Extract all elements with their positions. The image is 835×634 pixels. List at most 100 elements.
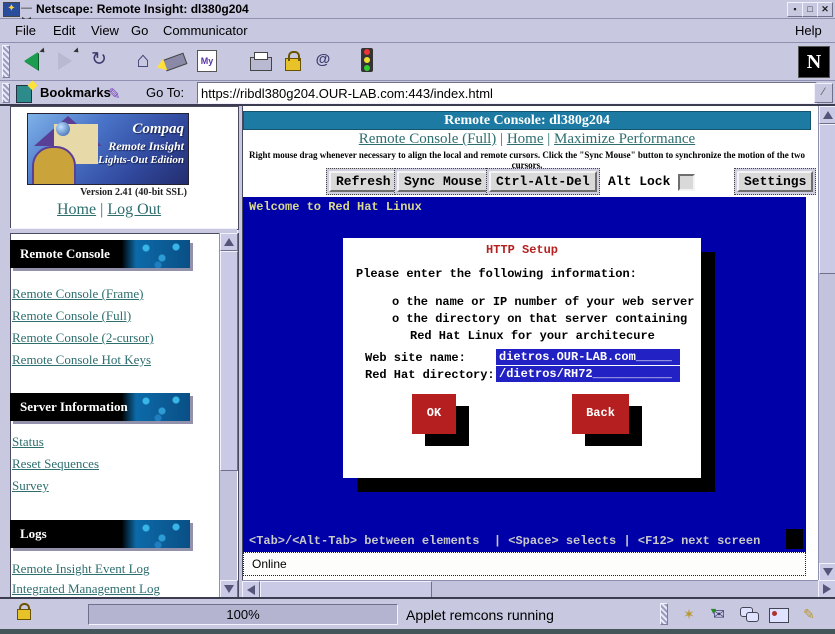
menu-go[interactable]: Go [128, 22, 151, 39]
refresh-button-wrap: Refresh [326, 168, 401, 195]
brand-line2: Remote Insight [98, 139, 184, 154]
session-links: Home | Log Out [57, 201, 161, 219]
sidebar-item-remote-console-hotkeys[interactable]: Remote Console Hot Keys [12, 352, 151, 368]
ctrl-alt-del-button-wrap: Ctrl-Alt-Del [486, 168, 600, 195]
sidebar-item-survey[interactable]: Survey [12, 478, 49, 494]
discussions-icon[interactable] [738, 605, 760, 623]
sidebar-item-remote-console-2cursor[interactable]: Remote Console (2-cursor) [12, 330, 154, 346]
sidebar-item-integrated-mgmt-log[interactable]: Integrated Management Log [12, 581, 160, 597]
window-menu-icon[interactable]: ✦ [3, 2, 20, 17]
logout-link[interactable]: Log Out [107, 201, 161, 218]
back-button[interactable]: Back [572, 394, 629, 434]
reload-icon[interactable]: ↻ [84, 46, 114, 76]
component-bar-grip[interactable] [660, 603, 668, 625]
website-name-field[interactable]: dietros.OUR-LAB.com_____ [496, 349, 680, 365]
home-icon[interactable]: ⌂ [128, 46, 158, 76]
menu-view[interactable]: View [88, 22, 122, 39]
section-title: Logs [20, 526, 47, 541]
settings-button[interactable]: Settings [737, 171, 813, 192]
link-remote-console-full[interactable]: Remote Console (Full) [359, 131, 497, 147]
url-input[interactable] [197, 82, 817, 104]
sidebar-item-remote-console-full[interactable]: Remote Console (Full) [12, 308, 131, 324]
status-bar: 100% Applet remcons running ✶ ✉▼ ✎ [0, 597, 835, 631]
redhat-directory-field[interactable]: /dietros/RH72___________ [496, 366, 680, 382]
menu-file[interactable]: File [12, 22, 39, 39]
status-message: Applet remcons running [406, 607, 554, 623]
location-grip[interactable] [2, 83, 10, 103]
nav-separator: | [547, 131, 550, 147]
search-icon[interactable] [160, 46, 190, 76]
main-vertical-scrollbar[interactable] [818, 106, 835, 580]
menu-edit[interactable]: Edit [50, 22, 78, 39]
scrollbar-thumb[interactable] [220, 251, 238, 471]
dialog-intro: Please enter the following information: [356, 267, 637, 281]
scroll-down-icon[interactable] [220, 580, 238, 598]
brand-line1: Compaq [98, 120, 184, 139]
section-banner-remote-console: Remote Console [10, 240, 190, 268]
settings-button-wrap: Settings [734, 168, 816, 195]
url-dropdown-icon[interactable]: ⁄ [814, 83, 833, 103]
forward-icon[interactable] [50, 46, 80, 76]
section-title: Server Information [20, 399, 128, 414]
remote-console-screen[interactable]: Welcome to Red Hat Linux HTTP Setup Plea… [243, 197, 806, 552]
shop-icon[interactable]: @ [308, 46, 338, 76]
inbox-icon[interactable]: ✉▼ [708, 605, 730, 623]
ok-button[interactable]: OK [412, 394, 456, 434]
close-button[interactable]: ✕ [817, 2, 833, 17]
security-icon[interactable] [278, 46, 308, 76]
netscape-logo-icon[interactable]: N [798, 46, 830, 78]
alt-lock-checkbox[interactable] [678, 174, 695, 191]
menu-communicator[interactable]: Communicator [160, 22, 251, 39]
scroll-up-icon[interactable] [220, 233, 238, 251]
refresh-button[interactable]: Refresh [329, 171, 398, 192]
menu-help[interactable]: Help [792, 22, 825, 39]
section-banner-server-information: Server Information [10, 393, 190, 421]
my-netscape-icon[interactable]: My [192, 46, 222, 76]
section-banner-logs: Logs [10, 520, 190, 548]
netscape-window: ✦ —⋈ Netscape: Remote Insight: dl380g204… [0, 0, 835, 634]
compaq-logo: Compaq Remote Insight Lights-Out Edition [27, 113, 189, 185]
sidebar-item-rib-event-log[interactable]: Remote Insight Event Log [12, 561, 150, 577]
maximize-button[interactable]: □ [802, 2, 818, 17]
bookmarks-label[interactable]: Bookmarks [40, 85, 111, 100]
scroll-up-icon[interactable] [819, 106, 835, 124]
title-bar: ✦ —⋈ Netscape: Remote Insight: dl380g204… [0, 0, 835, 19]
print-icon[interactable] [246, 46, 276, 76]
stop-icon[interactable] [352, 46, 382, 76]
sidebar-item-remote-console-frame[interactable]: Remote Console (Frame) [12, 286, 143, 302]
sync-mouse-button[interactable]: Sync Mouse [397, 171, 489, 192]
security-lock-icon[interactable] [14, 601, 34, 625]
dialog-bullet-1: o the name or IP number of your web serv… [392, 295, 694, 309]
scrollbar-thumb[interactable] [260, 581, 432, 598]
console-cursor [786, 529, 803, 549]
ctrl-alt-del-button[interactable]: Ctrl-Alt-Del [489, 171, 597, 192]
window-title: Netscape: Remote Insight: dl380g204 [36, 2, 249, 16]
logo-arch-shape [32, 146, 76, 185]
home-link[interactable]: Home [57, 201, 96, 218]
scrollbar-thumb[interactable] [819, 124, 835, 274]
window-bottom-edge [0, 629, 835, 634]
page-proxy-icon[interactable]: ✎ [108, 85, 121, 104]
link-maximize-performance[interactable]: Maximize Performance [554, 131, 695, 147]
menu-bar: File Edit View Go Communicator Help [0, 19, 835, 43]
dialog-bullet-2: o the directory on that server containin… [392, 312, 687, 326]
back-icon[interactable] [16, 46, 46, 76]
progress-gauge: 100% [88, 604, 398, 625]
scroll-down-icon[interactable] [819, 563, 835, 581]
link-home[interactable]: Home [507, 131, 544, 147]
sidebar-item-status[interactable]: Status [12, 434, 44, 450]
sidebar-item-reset-sequences[interactable]: Reset Sequences [12, 456, 99, 472]
address-book-icon[interactable] [768, 605, 790, 623]
toolbar-grip[interactable] [2, 45, 10, 78]
composer-icon[interactable]: ✎ [798, 605, 820, 623]
bookmarks-icon[interactable] [16, 83, 32, 103]
brand-line3: Lights-Out Edition [98, 154, 184, 168]
section-title: Remote Console [20, 246, 110, 261]
main-horizontal-scrollbar[interactable] [242, 580, 818, 598]
minimize-button[interactable]: ▪ [787, 2, 803, 17]
website-name-label: Web site name: [365, 351, 466, 365]
navigator-icon[interactable]: ✶ [678, 605, 700, 623]
nav-separator: | [500, 131, 503, 147]
sidebar-scrollbar[interactable] [219, 233, 237, 597]
version-label: Version 2.41 (40-bit SSL) [11, 187, 187, 198]
